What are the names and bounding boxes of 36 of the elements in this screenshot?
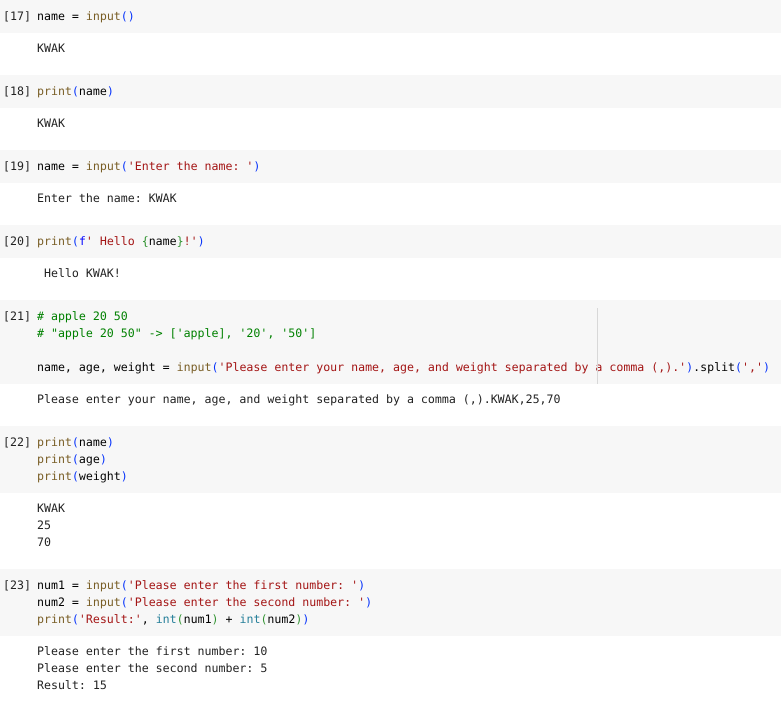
code-line: print(weight) [37,468,128,485]
execution-count: [18] [2,83,32,100]
code-cell[interactable]: [18] print(name) [0,75,781,108]
code-line: name = input('Enter the name: ') [37,158,260,175]
code-line: print(name) [37,83,114,100]
execution-count: [19] [2,158,32,175]
code-cell[interactable]: [22] print(name) print(age) print(weight) [0,426,781,493]
code-line: print(name) [37,434,115,451]
output-line: Please enter the first number: 10 [37,643,268,660]
output-line: KWAK [37,115,65,132]
code-cell[interactable]: [17] name = input() [0,0,781,33]
output-line: KWAK [37,500,65,517]
output-line: 70 [37,534,51,551]
output-line: KWAK [37,40,65,57]
code-line: print(f' Hello {name}!') [37,233,205,250]
output-line: Hello KWAK! [42,265,121,282]
output-line: Enter the name: KWAK [37,190,177,207]
code-line: # apple 20 50 [37,308,129,325]
output-line: Please enter your name, age, and weight separated by a comma (,).KWAK,25,70 [37,391,561,408]
execution-count: [21] [2,308,32,325]
execution-count: [17] [2,8,32,25]
code-line: # "apple 20 50" -> ['apple], '20', '50'] [37,325,318,342]
code-line: name = input() [37,8,135,25]
code-line: num1 = input('Please enter the first number: ') [37,577,366,594]
execution-count: [20] [2,233,32,250]
output-line: 25 [37,517,51,534]
code-cell[interactable]: [20] print(f' Hello {name}!') [0,225,781,258]
execution-count: [22] [2,434,32,451]
code-line: print(age) [37,451,108,468]
code-cell[interactable]: [19] name = input('Enter the name: ') [0,150,781,183]
output-line: Please enter the second number: 5 [37,660,268,677]
code-line: num2 = input('Please enter the second number: ') [37,594,372,611]
code-cell[interactable]: [23] num1 = input('Please enter the first number: ') num2 = input('Please enter the second number: ') print('Result:', int(num1) + int(num2)) [0,569,781,636]
execution-count: [23] [2,577,32,594]
output-line: Result: 15 [37,677,107,694]
code-line: print('Result:', int(num1) + int(num2)) [37,611,310,628]
